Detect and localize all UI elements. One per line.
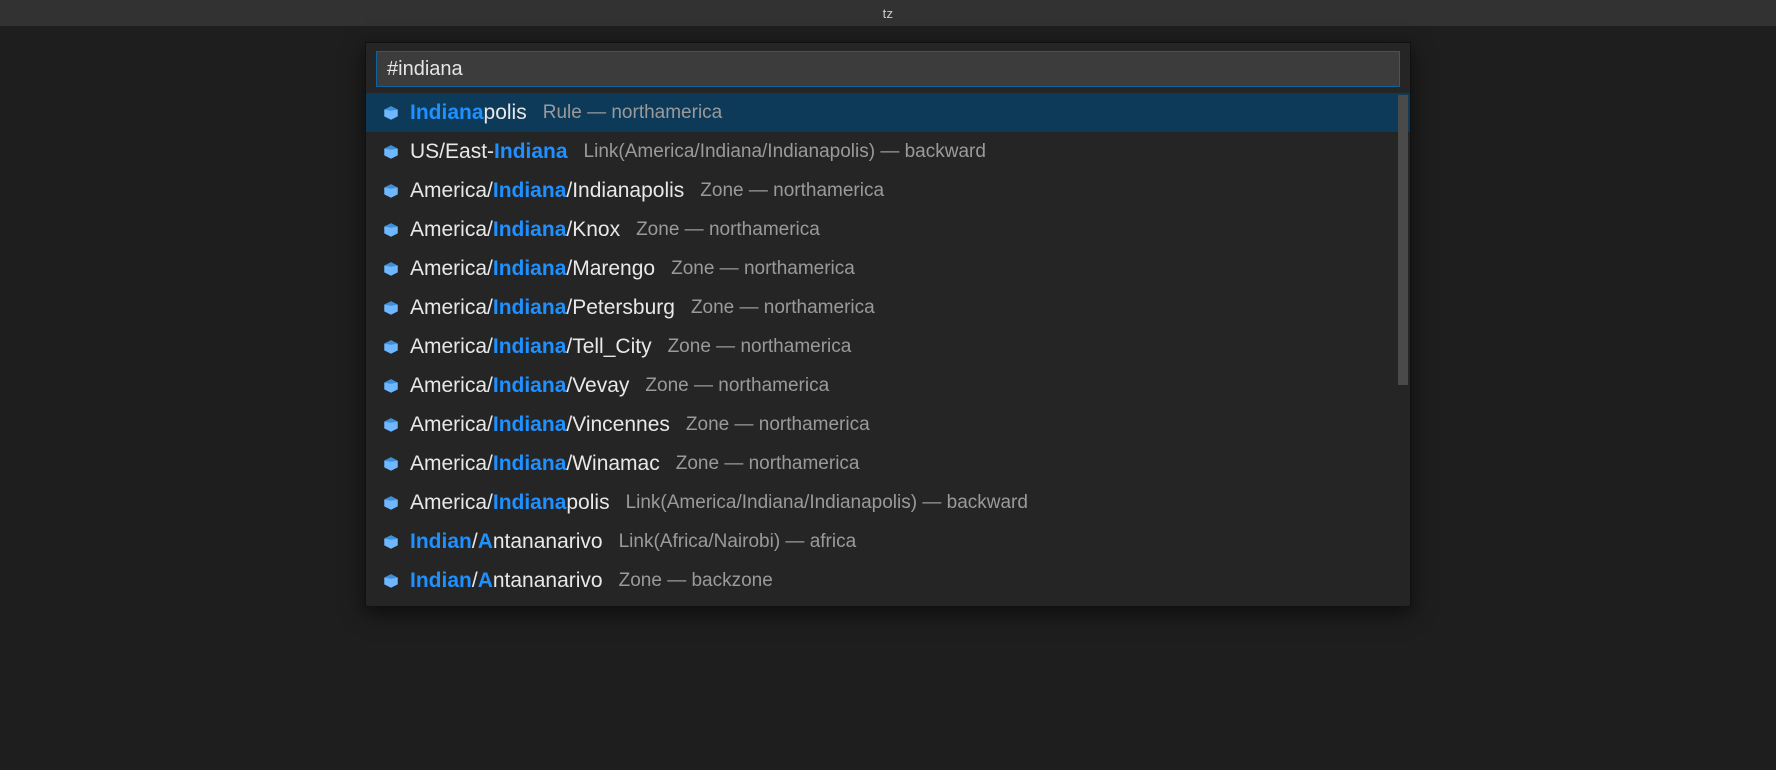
results-list: Indianapolis Rule — northamerica US/East-I…	[366, 93, 1410, 606]
result-detail: Zone — northamerica	[645, 372, 829, 400]
result-detail: Zone — northamerica	[691, 294, 875, 322]
symbol-variable-icon	[382, 533, 400, 551]
symbol-variable-icon	[382, 260, 400, 278]
result-label: America/Indiana/Vevay	[410, 372, 629, 400]
symbol-search-input[interactable]	[376, 51, 1400, 87]
result-label: America/Indiana/Knox	[410, 216, 620, 244]
result-label: America/Indianapolis	[410, 489, 610, 517]
window-title: tz	[883, 6, 894, 21]
result-label: America/Indiana/Tell_City	[410, 333, 652, 361]
result-label: America/Indiana/Winamac	[410, 450, 660, 478]
result-label: America/Indiana/Petersburg	[410, 294, 675, 322]
symbol-variable-icon	[382, 143, 400, 161]
search-container	[366, 43, 1410, 93]
result-detail: Rule — northamerica	[543, 99, 723, 127]
result-row[interactable]: Indianapolis Rule — northamerica	[366, 93, 1410, 132]
result-row[interactable]: America/Indiana/Tell_City Zone — northame…	[366, 327, 1410, 366]
result-row[interactable]: America/Indiana/Vincennes Zone — northame…	[366, 405, 1410, 444]
result-row[interactable]: Indian/Antananarivo Link(Africa/Nairobi) …	[366, 522, 1410, 561]
result-row[interactable]: America/Indiana/Indianapolis Zone — north…	[366, 171, 1410, 210]
symbol-variable-icon	[382, 416, 400, 434]
result-label: America/Indiana/Marengo	[410, 255, 655, 283]
scrollbar-thumb[interactable]	[1398, 95, 1408, 385]
result-row[interactable]: Indian/Antananarivo Zone — backzone	[366, 561, 1410, 600]
result-detail: Zone — northamerica	[668, 333, 852, 361]
scrollbar[interactable]	[1396, 93, 1410, 606]
result-label: US/East-Indiana	[410, 138, 568, 166]
result-row[interactable]: US/East-Indiana Link(America/Indiana/Indi…	[366, 132, 1410, 171]
result-detail: Link(America/Indiana/Indianapolis) — bac…	[626, 489, 1028, 517]
result-detail: Zone — northamerica	[671, 255, 855, 283]
result-row[interactable]: America/Indiana/Winamac Zone — northameri…	[366, 444, 1410, 483]
result-row[interactable]: America/Indiana/Petersburg Zone — northam…	[366, 288, 1410, 327]
result-detail: Zone — backzone	[619, 567, 773, 595]
symbol-variable-icon	[382, 221, 400, 239]
symbol-variable-icon	[382, 104, 400, 122]
result-detail: Zone — northamerica	[686, 411, 870, 439]
symbol-variable-icon	[382, 299, 400, 317]
result-row[interactable]: America/Indiana/Knox Zone — northamerica	[366, 210, 1410, 249]
result-label: America/Indiana/Indianapolis	[410, 177, 684, 205]
result-label: Indian/Antananarivo	[410, 567, 603, 595]
symbol-variable-icon	[382, 377, 400, 395]
result-row[interactable]: America/Indiana/Marengo Zone — northameri…	[366, 249, 1410, 288]
result-detail: Zone — northamerica	[700, 177, 884, 205]
symbol-variable-icon	[382, 455, 400, 473]
editor-stage: Indianapolis Rule — northamerica US/East-I…	[0, 26, 1776, 770]
symbol-variable-icon	[382, 572, 400, 590]
result-label: America/Indiana/Vincennes	[410, 411, 670, 439]
command-palette: Indianapolis Rule — northamerica US/East-I…	[365, 42, 1411, 607]
result-label: Indian/Antananarivo	[410, 528, 603, 556]
symbol-variable-icon	[382, 494, 400, 512]
result-detail: Link(America/Indiana/Indianapolis) — bac…	[584, 138, 986, 166]
result-detail: Zone — northamerica	[636, 216, 820, 244]
symbol-variable-icon	[382, 338, 400, 356]
titlebar: tz	[0, 0, 1776, 26]
result-row[interactable]: America/Indianapolis Link(America/Indiana…	[366, 483, 1410, 522]
results-container: Indianapolis Rule — northamerica US/East-I…	[366, 93, 1410, 606]
result-detail: Zone — northamerica	[676, 450, 860, 478]
result-label: Indianapolis	[410, 99, 527, 127]
result-detail: Link(Africa/Nairobi) — africa	[619, 528, 857, 556]
result-row[interactable]: America/Indiana/Vevay Zone — northamerica	[366, 366, 1410, 405]
symbol-variable-icon	[382, 182, 400, 200]
